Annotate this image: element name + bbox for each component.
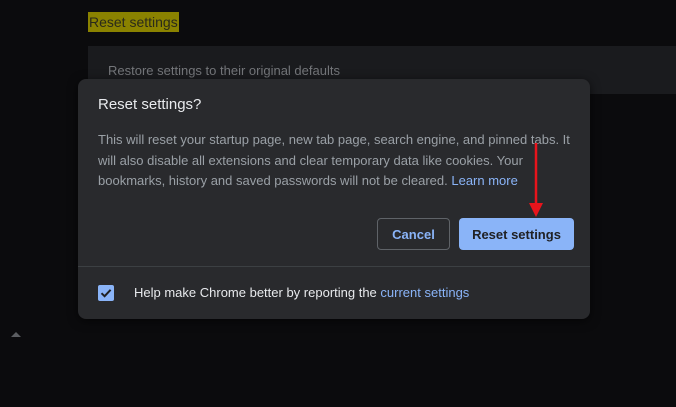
restore-defaults-label: Restore settings to their original defau…: [108, 63, 340, 78]
report-settings-label: Help make Chrome better by reporting the…: [134, 285, 469, 301]
report-settings-text: Help make Chrome better by reporting the: [134, 285, 377, 300]
red-arrow-icon: [529, 143, 543, 217]
check-icon: [100, 289, 112, 298]
reset-settings-dialog: Reset settings? This will reset your sta…: [78, 79, 590, 319]
dialog-title: Reset settings?: [98, 96, 202, 113]
dialog-divider: [78, 266, 590, 267]
learn-more-link[interactable]: Learn more: [451, 173, 517, 188]
cancel-button[interactable]: Cancel: [377, 218, 450, 250]
scroll-up-icon[interactable]: [11, 332, 21, 337]
reset-settings-button[interactable]: Reset settings: [459, 218, 574, 250]
report-settings-checkbox[interactable]: [98, 285, 114, 301]
current-settings-link[interactable]: current settings: [380, 285, 469, 300]
section-title-reset-settings: Reset settings: [88, 12, 179, 32]
dialog-body: This will reset your startup page, new t…: [98, 130, 570, 192]
